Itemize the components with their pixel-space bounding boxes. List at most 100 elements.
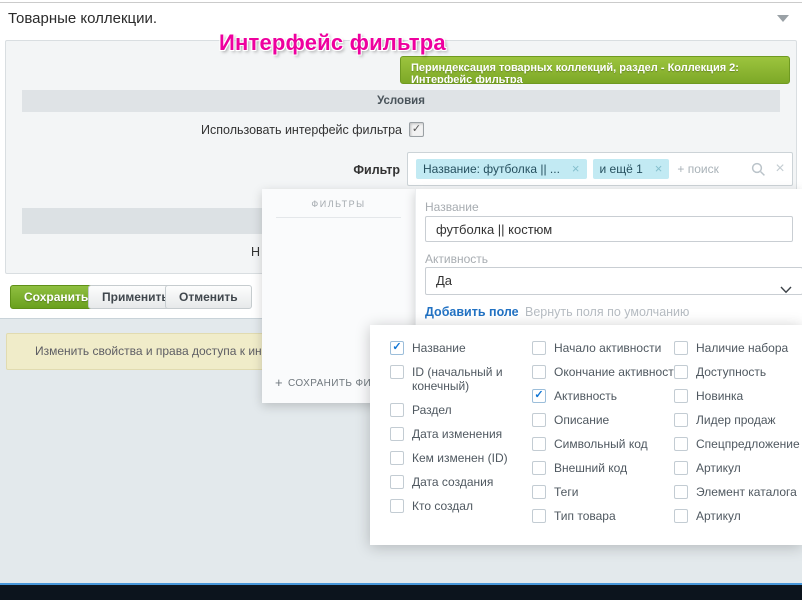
field-checkbox-label: Элемент каталога [696,485,797,499]
field-checkbox-item[interactable]: Артикул [674,509,802,523]
checkbox-unchecked[interactable] [390,403,404,417]
field-checkbox-item[interactable]: Теги [532,485,674,499]
filters-sidebar-title: ФИЛЬТРЫ [262,199,415,209]
use-filter-interface-checkbox[interactable]: ✓ [409,122,424,137]
field-label-active: Активность [425,252,488,266]
field-checkbox-label: Дата изменения [412,427,502,441]
field-checkbox-label: Спецпредложение [696,437,800,451]
field-checkbox-label: Название [412,341,466,355]
field-checkbox-label: Внешний код [554,461,627,475]
field-picker-columns: ✓ Название ID (начальный и конечный) Раздел… [390,341,802,533]
field-checkbox-label: Описание [554,413,609,427]
field-checkbox-label: Дата создания [412,475,493,489]
field-checkbox-item[interactable]: Дата изменения [390,427,532,441]
field-checkbox-item[interactable]: ID (начальный и конечный) [390,365,532,393]
checkbox-unchecked[interactable] [532,461,546,475]
checkbox-unchecked[interactable] [674,509,688,523]
checkbox-unchecked[interactable] [532,365,546,379]
field-checkbox-item[interactable]: Внешний код [532,461,674,475]
checkbox-unchecked[interactable] [532,413,546,427]
checkbox-unchecked[interactable] [390,475,404,489]
filter-icons: × [751,162,784,177]
field-checkbox-item[interactable]: Лидер продаж [674,413,802,427]
chevron-down-icon [780,277,792,303]
checkbox-unchecked[interactable] [390,427,404,441]
field-checkbox-label: Теги [554,485,578,499]
hidden-label-remnant: Н [251,245,260,259]
conditions-section-header: Условия [22,90,780,112]
checkbox-unchecked[interactable] [674,437,688,451]
page-title: Товарные коллекции. [8,10,157,27]
active-select-value: Да [436,273,452,288]
field-checkbox-item[interactable]: Раздел [390,403,532,417]
filter-tag-label: и ещё 1 [600,162,643,176]
plus-icon: + [275,375,283,390]
field-checkbox-item[interactable]: Наличие набора [674,341,802,355]
field-label-name: Название [425,200,479,214]
field-checkbox-item[interactable]: Новинка [674,389,802,403]
field-checkbox-item[interactable]: Кем изменен (ID) [390,451,532,465]
checkbox-unchecked[interactable] [532,485,546,499]
field-checkbox-label: Лидер продаж [696,413,776,427]
field-checkbox-label: Тип товара [554,509,616,523]
field-checkbox-label: Активность [554,389,617,403]
field-checkbox-item[interactable]: Описание [532,413,674,427]
checkbox-unchecked[interactable] [390,365,404,379]
dropdown-caret-icon[interactable] [777,15,789,22]
field-checkbox-item[interactable]: Символьный код [532,437,674,451]
checkbox-unchecked[interactable] [532,341,546,355]
search-icon[interactable] [751,162,766,177]
filter-search-input[interactable] [675,161,745,177]
cancel-button[interactable]: Отменить [165,285,252,309]
sidebar-divider [276,217,401,218]
add-field-link[interactable]: Добавить поле [425,305,519,319]
active-filter-select[interactable]: Да [425,267,802,295]
checkbox-unchecked[interactable] [674,389,688,403]
remove-tag-icon[interactable]: × [572,164,580,174]
field-checkbox-item[interactable]: Артикул [674,461,802,475]
checkbox-unchecked[interactable] [674,485,688,499]
restore-defaults-link[interactable]: Вернуть поля по умолчанию [525,305,689,319]
field-checkbox-item[interactable]: Дата создания [390,475,532,489]
field-picker-column: Начало активности Окончание активности ✓ Ак… [532,341,674,533]
clear-filter-icon[interactable]: × [775,162,784,176]
field-checkbox-label: Новинка [696,389,743,403]
checkbox-unchecked[interactable] [532,437,546,451]
checkbox-unchecked[interactable] [674,341,688,355]
field-checkbox-label: Артикул [696,509,741,523]
footer-bar [0,585,802,600]
field-checkbox-item[interactable]: Начало активности [532,341,674,355]
filter-tags-container: Название: футболка || ... × и ещё 1 × [416,159,669,179]
field-checkbox-label: Начало активности [554,341,661,355]
field-checkbox-label: Наличие набора [696,341,788,355]
field-picker-panel: ✓ Название ID (начальный и конечный) Раздел… [370,325,802,545]
use-filter-interface-label: Использовать интерфейс фильтра [0,123,402,137]
field-checkbox-item[interactable]: Спецпредложение [674,437,802,451]
filter-tag[interactable]: Название: футболка || ... × [416,159,587,179]
filter-tags-input[interactable]: Название: футболка || ... × и ещё 1 × × [407,152,793,186]
checkbox-unchecked[interactable] [532,509,546,523]
checkbox-unchecked[interactable] [674,365,688,379]
checkbox-unchecked[interactable] [674,461,688,475]
field-checkbox-label: Кто создал [412,499,473,513]
field-checkbox-item[interactable]: Окончание активности [532,365,674,379]
checkbox-checked[interactable]: ✓ [532,389,546,403]
checkbox-unchecked[interactable] [390,451,404,465]
field-checkbox-item[interactable]: Кто создал [390,499,532,513]
field-checkbox-item[interactable]: Элемент каталога [674,485,802,499]
top-divider [0,2,802,3]
field-checkbox-item[interactable]: ✓ Активность [532,389,674,403]
name-filter-input[interactable] [425,216,793,242]
checkbox-checked[interactable]: ✓ [390,341,404,355]
field-picker-column: Наличие набора Доступность Новинка Лидер пр… [674,341,802,533]
field-checkbox-item[interactable]: ✓ Название [390,341,532,355]
filter-field-label: Фильтр [330,163,400,177]
field-checkbox-label: Артикул [696,461,741,475]
remove-tag-icon[interactable]: × [655,164,663,174]
checkbox-unchecked[interactable] [674,413,688,427]
checkbox-unchecked[interactable] [390,499,404,513]
field-checkbox-item[interactable]: Тип товара [532,509,674,523]
field-checkbox-item[interactable]: Доступность [674,365,802,379]
filter-tag[interactable]: и ещё 1 × [593,159,670,179]
filter-tag-label: Название: футболка || ... [423,162,560,176]
